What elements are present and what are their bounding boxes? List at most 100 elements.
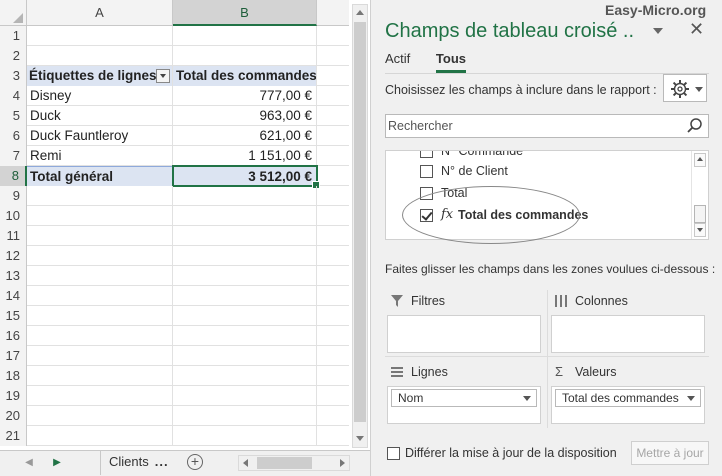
cell[interactable] bbox=[317, 406, 349, 426]
field-checkbox-checked[interactable] bbox=[420, 209, 433, 222]
cell[interactable] bbox=[317, 86, 349, 106]
cell[interactable] bbox=[317, 206, 349, 226]
pivot-value[interactable]: 963,00 € bbox=[173, 106, 317, 126]
scroll-down-icon[interactable] bbox=[694, 223, 706, 237]
column-header-a[interactable]: A bbox=[27, 0, 173, 26]
cell[interactable] bbox=[27, 306, 173, 326]
chevron-down-icon[interactable] bbox=[687, 396, 695, 401]
field-checkbox[interactable] bbox=[420, 165, 433, 178]
cell[interactable] bbox=[317, 266, 349, 286]
cell[interactable] bbox=[27, 246, 173, 266]
cell[interactable] bbox=[317, 66, 349, 86]
cell[interactable] bbox=[27, 426, 173, 446]
cell[interactable] bbox=[173, 306, 317, 326]
cell[interactable] bbox=[173, 206, 317, 226]
tab-scroll-right-icon[interactable]: ▶ bbox=[48, 451, 66, 475]
cell[interactable] bbox=[173, 426, 317, 446]
chevron-down-icon[interactable] bbox=[523, 396, 531, 401]
field-checkbox[interactable] bbox=[420, 151, 433, 158]
cell[interactable] bbox=[173, 246, 317, 266]
cell[interactable] bbox=[27, 386, 173, 406]
row-header[interactable]: 13 bbox=[0, 266, 27, 286]
select-all-button[interactable] bbox=[0, 0, 27, 26]
cell[interactable] bbox=[173, 406, 317, 426]
cell[interactable] bbox=[173, 266, 317, 286]
cell[interactable] bbox=[317, 306, 349, 326]
filters-drop-zone[interactable] bbox=[387, 315, 541, 353]
vertical-scrollbar[interactable] bbox=[352, 4, 368, 448]
pivot-grand-total-label[interactable]: Total général bbox=[27, 166, 173, 186]
row-header[interactable]: 20 bbox=[0, 406, 27, 426]
close-icon[interactable]: ✕ bbox=[689, 19, 704, 40]
cell[interactable] bbox=[173, 186, 317, 206]
row-header[interactable]: 11 bbox=[0, 226, 27, 246]
cell[interactable] bbox=[27, 46, 173, 66]
cell[interactable] bbox=[27, 226, 173, 246]
values-drop-zone[interactable]: Total des commandes bbox=[551, 386, 705, 424]
row-header[interactable]: 18 bbox=[0, 366, 27, 386]
field-list-settings-button[interactable] bbox=[663, 74, 707, 102]
search-input[interactable] bbox=[388, 117, 678, 135]
cell[interactable] bbox=[173, 286, 317, 306]
cell[interactable] bbox=[317, 326, 349, 346]
cell[interactable] bbox=[173, 226, 317, 246]
scroll-up-icon[interactable] bbox=[353, 5, 367, 21]
cell[interactable] bbox=[27, 406, 173, 426]
scroll-thumb[interactable] bbox=[257, 457, 312, 469]
rows-drop-zone[interactable]: Nom bbox=[387, 386, 541, 424]
cell[interactable] bbox=[27, 206, 173, 226]
cell[interactable] bbox=[317, 46, 349, 66]
pivot-values-header[interactable]: Total des commandes bbox=[173, 66, 317, 86]
more-sheets-button[interactable]: ... bbox=[155, 454, 169, 469]
cell[interactable] bbox=[173, 26, 317, 46]
row-header[interactable]: 6 bbox=[0, 126, 27, 146]
field-checkbox[interactable] bbox=[420, 187, 433, 200]
row-header[interactable]: 2 bbox=[0, 46, 27, 66]
column-header-b[interactable]: B bbox=[173, 0, 317, 26]
cell[interactable] bbox=[27, 26, 173, 46]
rows-field-chip[interactable]: Nom bbox=[391, 389, 537, 407]
cell[interactable] bbox=[317, 126, 349, 146]
cell[interactable] bbox=[317, 246, 349, 266]
filter-dropdown-icon[interactable] bbox=[156, 69, 170, 83]
update-button[interactable]: Mettre à jour bbox=[631, 441, 709, 465]
pivot-value[interactable]: 621,00 € bbox=[173, 126, 317, 146]
row-header[interactable]: 19 bbox=[0, 386, 27, 406]
row-header[interactable]: 21 bbox=[0, 426, 27, 446]
row-header[interactable]: 10 bbox=[0, 206, 27, 226]
tab-tous[interactable]: Tous bbox=[435, 51, 467, 73]
add-sheet-icon[interactable]: + bbox=[187, 454, 203, 470]
pivot-value[interactable]: 777,00 € bbox=[173, 86, 317, 106]
pivot-row-label[interactable]: Remi bbox=[27, 146, 173, 166]
scroll-up-icon[interactable] bbox=[694, 153, 706, 167]
pivot-value[interactable]: 1 151,00 € bbox=[173, 146, 317, 166]
cell[interactable] bbox=[317, 26, 349, 46]
tab-scroll-left-icon[interactable]: ◀ bbox=[20, 451, 38, 475]
sheet-tab-clients[interactable]: Clients... bbox=[100, 451, 177, 475]
columns-drop-zone[interactable] bbox=[551, 315, 705, 353]
row-header[interactable]: 5 bbox=[0, 106, 27, 126]
cell[interactable] bbox=[317, 226, 349, 246]
cell[interactable] bbox=[317, 186, 349, 206]
row-header[interactable]: 4 bbox=[0, 86, 27, 106]
row-header[interactable]: 12 bbox=[0, 246, 27, 266]
cell[interactable] bbox=[173, 346, 317, 366]
cell[interactable] bbox=[317, 386, 349, 406]
scroll-down-icon[interactable] bbox=[353, 431, 367, 447]
cell[interactable] bbox=[27, 366, 173, 386]
pivot-row-label[interactable]: Duck Fauntleroy bbox=[27, 126, 173, 146]
row-header[interactable]: 17 bbox=[0, 346, 27, 366]
cell[interactable] bbox=[317, 366, 349, 386]
cell[interactable] bbox=[317, 426, 349, 446]
row-header[interactable]: 8 bbox=[0, 166, 27, 186]
cell[interactable] bbox=[27, 186, 173, 206]
cell[interactable] bbox=[317, 346, 349, 366]
pivot-row-label[interactable]: Duck bbox=[27, 106, 173, 126]
cell[interactable] bbox=[27, 266, 173, 286]
cell[interactable] bbox=[27, 346, 173, 366]
cell[interactable] bbox=[173, 326, 317, 346]
scroll-thumb[interactable] bbox=[694, 205, 706, 223]
search-icon[interactable] bbox=[686, 117, 704, 135]
defer-update-checkbox[interactable] bbox=[387, 447, 400, 460]
cell[interactable] bbox=[317, 166, 349, 186]
